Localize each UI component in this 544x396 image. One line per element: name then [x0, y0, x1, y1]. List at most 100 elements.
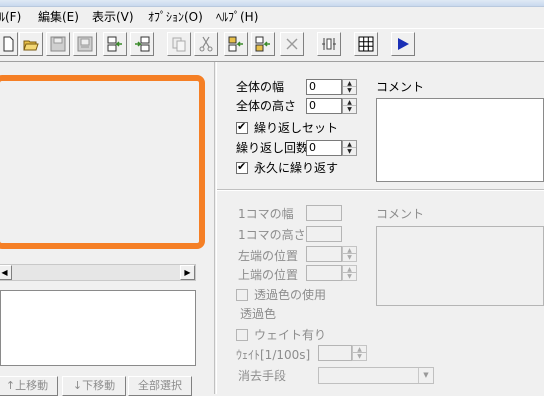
loop-forever-checkbox[interactable]: ✔ [236, 160, 248, 174]
loop-forever-label: 永久に繰り返す [254, 161, 339, 175]
frame-comment-label: コメント [376, 207, 425, 221]
loop-set-checkbox[interactable]: ✔ [236, 120, 248, 134]
open-button[interactable] [19, 32, 43, 56]
transparent-use-checkbox[interactable] [236, 289, 248, 301]
scroll-right-button[interactable]: ▶ [180, 265, 195, 280]
paste-after-button[interactable] [251, 32, 275, 56]
spin-up-icon: ▲ [343, 99, 356, 106]
total-width-field[interactable]: 0 [306, 79, 342, 95]
total-height-spinner[interactable]: ▲ ▼ [342, 98, 357, 114]
move-up-button[interactable]: ↑上移動 [0, 376, 58, 396]
loop-set-label: 繰り返しセット [254, 121, 339, 135]
transparent-use-label: 透過色の使用 [254, 288, 327, 302]
wait-label: ウェイト有り [254, 328, 327, 342]
menu-options[interactable]: ｵﾌﾟｼｮﾝ(O) [148, 9, 203, 25]
cut-icon [199, 36, 213, 52]
anim-comment-label: コメント [376, 80, 425, 94]
play-icon [398, 38, 409, 50]
wait-checkbox[interactable] [236, 329, 248, 341]
save-all-button[interactable] [73, 32, 97, 56]
loop-count-field[interactable]: 0 [306, 140, 342, 156]
cut-button[interactable] [194, 32, 218, 56]
wait-time-spinner[interactable]: ▲ ▼ [352, 345, 367, 361]
save-icon [50, 36, 66, 52]
scroll-left-button[interactable]: ◀ [0, 265, 12, 280]
chevron-down-icon: ▼ [418, 368, 433, 383]
spin-up-icon: ▲ [343, 141, 356, 148]
frame-width-label: 1コマの幅 [238, 207, 294, 221]
spin-down-icon: ▼ [347, 106, 352, 113]
open-icon [23, 40, 39, 51]
grid-button[interactable] [354, 32, 378, 56]
frame-top-spinner[interactable]: ▲ ▼ [342, 265, 357, 281]
anim-comment-box[interactable] [376, 98, 544, 182]
total-height-label: 全体の高さ [236, 99, 297, 113]
spin-down-icon: ▼ [347, 148, 352, 155]
copy-icon [172, 37, 186, 52]
spin-up-icon: ▲ [343, 266, 356, 273]
spin-down-icon: ▼ [357, 353, 362, 360]
frame-top-label: 上端の位置 [238, 268, 299, 282]
new-icon [3, 36, 14, 52]
copy-button[interactable] [167, 32, 191, 56]
delete-button[interactable] [280, 32, 304, 56]
spin-up-icon: ▲ [343, 247, 356, 254]
frame-height-field[interactable] [306, 226, 342, 242]
new-button[interactable] [0, 32, 18, 56]
paste-before-button[interactable] [224, 32, 248, 56]
paste-after-icon [255, 36, 270, 52]
delete-icon [286, 38, 298, 50]
frame-left-spinner[interactable]: ▲ ▼ [342, 246, 357, 262]
arrow-right-icon: ▶ [184, 268, 191, 277]
grid-icon [358, 36, 374, 52]
horizontal-scrollbar[interactable]: ◀ ▶ [0, 264, 196, 281]
checkmark-icon: ✔ [237, 160, 247, 173]
insert-right-button[interactable] [130, 32, 154, 56]
save-button[interactable] [46, 32, 70, 56]
total-height-field[interactable]: 0 [306, 98, 342, 114]
resize-icon [322, 38, 336, 50]
dispose-method-label: 消去手段 [238, 369, 287, 383]
frame-height-label: 1コマの高さ [238, 228, 306, 242]
spin-up-icon: ▲ [353, 346, 366, 353]
toolbar [0, 28, 544, 62]
paste-before-icon [228, 36, 243, 52]
total-width-label: 全体の幅 [236, 80, 285, 94]
spin-down-icon: ▼ [347, 254, 352, 261]
section-divider [217, 189, 544, 191]
checkmark-icon: ✔ [237, 120, 247, 133]
loop-count-label: 繰り返し回数 [236, 141, 309, 155]
loop-count-spinner[interactable]: ▲ ▼ [342, 140, 357, 156]
preview-canvas[interactable] [0, 75, 205, 249]
insert-right-icon [135, 36, 150, 52]
frame-top-field[interactable] [306, 265, 342, 281]
panel-splitter[interactable] [214, 62, 217, 394]
total-width-spinner[interactable]: ▲ ▼ [342, 79, 357, 95]
title-bar [0, 0, 544, 7]
menu-bar: ﾙ(F) 編集(E) 表示(V) ｵﾌﾟｼｮﾝ(O) ﾍﾙﾌﾟ(H) [0, 7, 544, 27]
move-down-button[interactable]: ↓下移動 [62, 376, 126, 396]
insert-left-button[interactable] [103, 32, 127, 56]
resize-button[interactable] [317, 32, 341, 56]
transparent-color-label: 透過色 [240, 307, 277, 321]
frame-left-field[interactable] [306, 246, 342, 262]
save-all-icon [77, 36, 93, 52]
arrow-left-icon: ◀ [1, 268, 8, 277]
insert-left-icon [107, 36, 122, 52]
spin-down-icon: ▼ [347, 273, 352, 280]
menu-help[interactable]: ﾍﾙﾌﾟ(H) [216, 9, 258, 25]
wait-time-field[interactable] [318, 345, 352, 361]
spin-up-icon: ▲ [343, 80, 356, 87]
frame-width-field[interactable] [306, 205, 342, 221]
frame-list[interactable] [0, 290, 196, 366]
spin-down-icon: ▼ [347, 87, 352, 94]
frame-left-label: 左端の位置 [238, 249, 299, 263]
play-button[interactable] [391, 32, 415, 56]
frame-comment-box[interactable] [376, 226, 544, 306]
dispose-method-select[interactable]: ▼ [318, 367, 434, 384]
menu-file[interactable]: ﾙ(F) [0, 9, 21, 25]
select-all-button[interactable]: 全部選択 [128, 376, 192, 396]
menu-edit[interactable]: 編集(E) [38, 9, 79, 25]
wait-time-label: ｳｪｲﾄ[1/100s] [236, 348, 311, 362]
menu-view[interactable]: 表示(V) [92, 9, 134, 25]
